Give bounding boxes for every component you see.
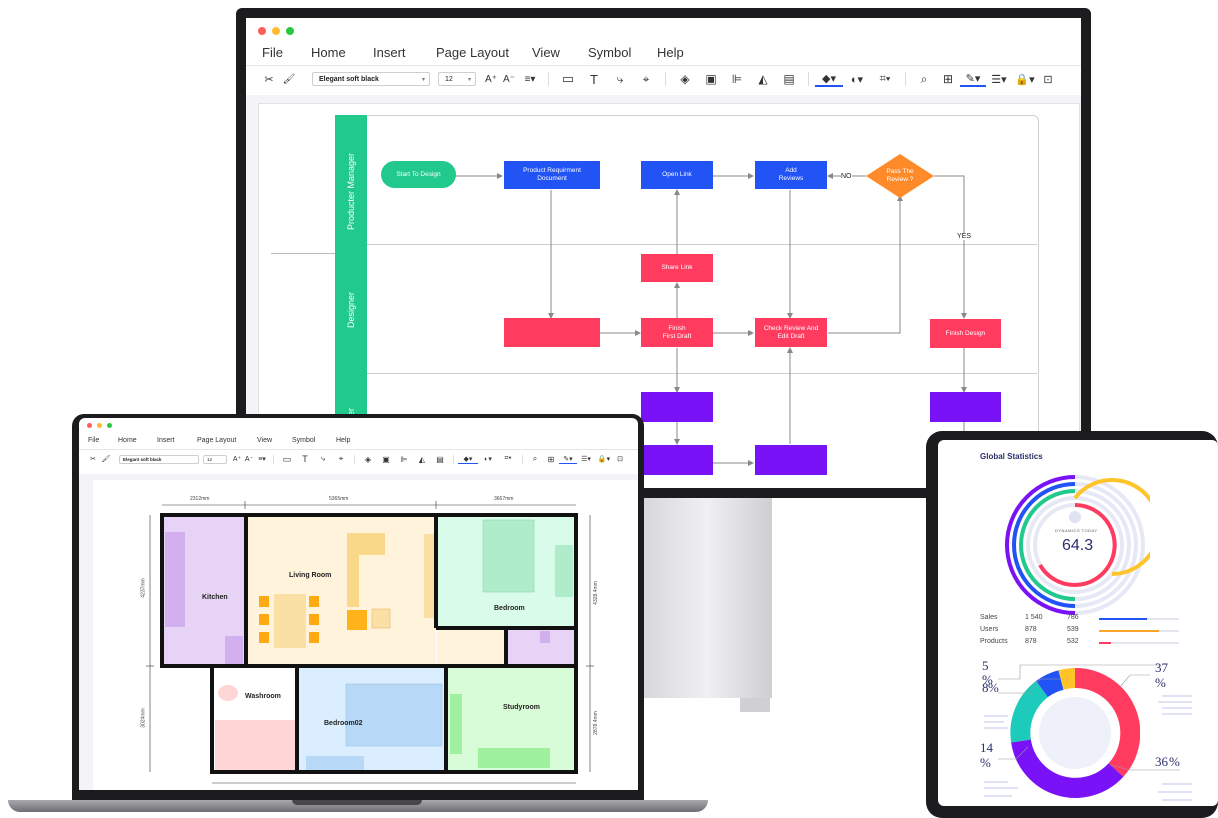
legend-bar-users-fill	[1099, 630, 1159, 632]
dimension-top-1: 2312mm	[190, 496, 210, 502]
dining-table	[274, 594, 306, 648]
floor-plan	[146, 501, 594, 784]
kitchen-counter	[165, 532, 185, 627]
armchair-2	[371, 608, 391, 629]
node-share-link[interactable]: Share Link	[641, 254, 713, 282]
legend-value-2: 532	[1067, 638, 1079, 645]
dimension-right-1: 4328.4mm	[592, 581, 599, 605]
node-open-link[interactable]: Open Link	[641, 161, 713, 189]
legend-label: Users	[980, 626, 999, 633]
bed	[482, 519, 535, 593]
percent-37-sign: %	[1155, 675, 1166, 690]
node-engineer-task-1[interactable]	[641, 392, 713, 422]
bed02	[345, 683, 443, 747]
percent-8-sign: %	[988, 680, 999, 695]
node-pass-review-diamond[interactable]: Pass The Review ?	[866, 154, 934, 198]
legend-bar-products-fill	[1099, 642, 1111, 644]
legend-value-1: 1 540	[1025, 614, 1043, 621]
percent-36-sign: %	[1169, 754, 1180, 769]
toilet	[218, 685, 238, 701]
legend-bar-products-track	[1099, 642, 1179, 644]
monitor-stand-foot	[740, 698, 770, 712]
bench	[478, 748, 550, 768]
room-label-kitchen: Kitchen	[202, 594, 228, 601]
legend-bar-sales-track	[1099, 618, 1179, 620]
percent-37: 37	[1155, 660, 1168, 675]
room-label-washroom: Washroom	[245, 693, 281, 700]
room-label-bedroom02: Bedroom02	[324, 720, 363, 727]
legend-value-1: 878	[1025, 638, 1037, 645]
hall-area	[437, 628, 507, 664]
closet-item	[540, 631, 550, 643]
legend-value-2: 786	[1067, 614, 1079, 621]
node-finish-design[interactable]: Finish Design	[930, 319, 1001, 348]
dimension-top-2: 5365mm	[329, 496, 349, 502]
armchair	[347, 610, 367, 630]
kitchen-counter-side	[225, 636, 243, 664]
stats-title: Global Statistics	[980, 452, 1043, 461]
shelf	[450, 694, 462, 754]
edge-label-yes: YES	[957, 233, 972, 240]
laptop-notch	[292, 800, 422, 805]
room-label-living: Living Room	[289, 572, 332, 579]
dimension-top-3: 3667mm	[494, 496, 514, 502]
legend-bar-sales-fill	[1099, 618, 1147, 620]
legend-label: Products	[980, 638, 1008, 645]
gauge-center-label: DYNAMICS TODAY	[1055, 528, 1098, 533]
donut-leader-lines	[984, 664, 1192, 801]
node-pass-review: Pass The Review ?	[886, 168, 914, 183]
sofa-side	[347, 533, 359, 607]
node-engineer-task-3[interactable]	[641, 445, 713, 475]
legend-value-2: 539	[1067, 626, 1079, 633]
gauge-center-value: 64.3	[1062, 537, 1094, 554]
node-check-review[interactable]: Check Review And Edit Draft	[755, 318, 827, 347]
legend-value-1: 878	[1025, 626, 1037, 633]
dimension-left-2: 3024mm	[140, 708, 147, 728]
room-label-studyroom: Studyroom	[503, 704, 540, 711]
monitor-stand	[642, 498, 772, 698]
legend-bar-users-track	[1099, 630, 1179, 632]
wardrobe02	[306, 756, 364, 770]
percent-14: 14	[980, 740, 993, 755]
wardrobe	[555, 545, 573, 597]
node-finish-first-draft[interactable]: Finish First Draft	[641, 318, 713, 347]
percent-36: 36	[1155, 754, 1168, 769]
percent-14-sign: %	[980, 755, 991, 770]
room-label-bedroom: Bedroom	[494, 605, 525, 612]
node-engineer-task-4[interactable]	[755, 445, 827, 475]
legend-label: Sales	[980, 614, 998, 621]
node-engineer-task-2[interactable]	[930, 392, 1001, 422]
edge-label-no: NO	[841, 173, 852, 180]
washroom-tile	[215, 720, 295, 770]
dimension-left-1: 4237mm	[140, 578, 147, 598]
dimension-right-2: 2878.4mm	[592, 711, 599, 735]
node-add-reviews[interactable]: Add Reviews	[755, 161, 827, 189]
